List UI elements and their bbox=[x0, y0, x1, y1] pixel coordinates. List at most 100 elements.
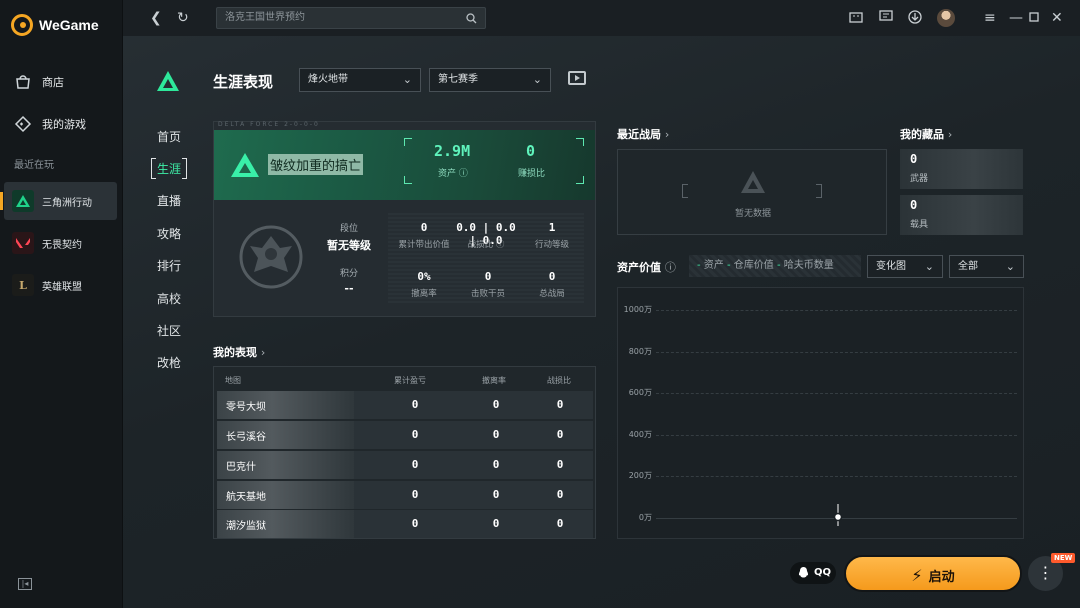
collection-label: 载具 bbox=[910, 220, 929, 230]
stat-value: 0 bbox=[420, 221, 428, 234]
stat-label[interactable]: 战损比 ⓘ bbox=[456, 238, 516, 250]
rank-value: 暂无等级 bbox=[327, 239, 371, 252]
league-of-legends-icon: L bbox=[12, 274, 34, 296]
y-tick-label: 600万 bbox=[628, 388, 652, 397]
recent-heading: 最近在玩 bbox=[14, 160, 54, 171]
gift-icon[interactable] bbox=[849, 10, 863, 27]
collapse-sidebar-icon[interactable]: |◂ bbox=[18, 578, 32, 590]
launch-label: 启动 bbox=[928, 570, 955, 585]
mode-select[interactable]: 烽火地带 ⌄ bbox=[299, 68, 421, 92]
collection-vehicles[interactable]: 0 载具 bbox=[900, 195, 1023, 235]
filter-select[interactable]: 全部 ⌄ bbox=[949, 255, 1024, 278]
extract-cell: 0 bbox=[492, 428, 500, 441]
sidebar-item-my-games[interactable]: 我的游戏 bbox=[14, 115, 86, 133]
extract-cell: 0 bbox=[492, 458, 500, 471]
refresh-icon[interactable]: ↻ bbox=[177, 10, 189, 26]
legend-item: 资产 bbox=[703, 260, 724, 271]
sidebar-game-valorant[interactable]: 无畏契约 bbox=[4, 224, 117, 262]
user-avatar[interactable] bbox=[937, 9, 955, 27]
section-nav-ranking[interactable]: 排行 bbox=[149, 250, 189, 282]
profile-card: DELTA FORCE 2-0-0-0 皱纹加重的搞亡 2.9M 资产 ⓘ 0 … bbox=[213, 121, 596, 317]
section-nav-gunsmith[interactable]: 改枪 bbox=[149, 347, 189, 379]
menu-icon[interactable]: ≡ bbox=[984, 10, 996, 26]
section-nav-community[interactable]: 社区 bbox=[149, 314, 189, 346]
column-header: 地图 bbox=[225, 376, 241, 385]
corner-bracket bbox=[576, 138, 584, 146]
corner-bracket bbox=[576, 176, 584, 184]
delta-force-logo-icon bbox=[157, 71, 179, 91]
help-icon: ⓘ bbox=[458, 169, 468, 179]
season-select[interactable]: 第七赛季 ⌄ bbox=[429, 68, 551, 92]
sidebar-item-store[interactable]: 商店 bbox=[14, 73, 64, 91]
table-row[interactable]: 潮汐监狱 0 0 0 bbox=[217, 510, 593, 538]
grid-line bbox=[656, 352, 1017, 353]
kd-value: 0 bbox=[526, 142, 536, 160]
sidebar-game-label: 英雄联盟 bbox=[42, 281, 82, 293]
kd-cell: 0 bbox=[556, 398, 564, 411]
launch-button[interactable]: ⚡ 启动 bbox=[844, 555, 1022, 592]
qq-icon bbox=[798, 562, 809, 586]
section-nav-guides[interactable]: 攻略 bbox=[149, 217, 189, 249]
qq-button[interactable]: QQ bbox=[790, 562, 836, 584]
search-placeholder: 洛克王国世界预约 bbox=[225, 12, 305, 23]
stat-value: 0% bbox=[417, 270, 431, 283]
sidebar-item-label: 商店 bbox=[42, 76, 64, 89]
section-nav-career[interactable]: 生涯 bbox=[149, 152, 189, 184]
table-row[interactable]: 长弓溪谷 0 0 0 bbox=[217, 421, 593, 449]
help-icon[interactable]: ⓘ bbox=[665, 261, 676, 274]
section-nav-live[interactable]: 直播 bbox=[149, 185, 189, 217]
table-row[interactable]: 零号大坝 0 0 0 bbox=[217, 391, 593, 419]
wegame-logo-text: WeGame bbox=[39, 17, 99, 33]
rank-emblem-icon bbox=[239, 225, 303, 289]
search-icon[interactable] bbox=[466, 11, 477, 31]
performance-table: 地图 累计盈亏 撤离率 战损比 零号大坝 0 0 0 长弓溪谷 0 0 0 巴克… bbox=[213, 366, 596, 539]
chevron-right-icon: › bbox=[664, 128, 670, 141]
help-icon: ⓘ bbox=[495, 240, 505, 250]
back-icon[interactable]: ❮ bbox=[150, 10, 162, 26]
sidebar-game-delta-force[interactable]: 三角洲行动 bbox=[0, 182, 117, 220]
video-icon[interactable] bbox=[568, 71, 586, 85]
chevron-down-icon: ⌄ bbox=[1005, 260, 1015, 273]
chevron-down-icon: ⌄ bbox=[532, 73, 542, 86]
y-tick-label: 0万 bbox=[638, 513, 652, 522]
table-row[interactable]: 航天基地 0 0 0 bbox=[217, 481, 593, 509]
sidebar-game-lol[interactable]: L 英雄联盟 bbox=[4, 266, 117, 304]
message-icon[interactable] bbox=[879, 10, 893, 27]
collection-value: 0 bbox=[910, 198, 918, 212]
y-tick-label: 1000万 bbox=[623, 305, 652, 314]
table-row[interactable]: 巴克什 0 0 0 bbox=[217, 451, 593, 479]
chevron-down-icon: ⌄ bbox=[402, 73, 412, 86]
column-header: 累计盈亏 bbox=[394, 376, 426, 385]
maximize-icon[interactable] bbox=[1029, 10, 1039, 26]
asset-chart: 1000万 800万 600万 400万 200万 0万 bbox=[617, 287, 1024, 539]
section-nav-college[interactable]: 高校 bbox=[149, 282, 189, 314]
close-icon[interactable]: ✕ bbox=[1051, 10, 1063, 26]
section-nav-home[interactable]: 首页 bbox=[149, 120, 189, 152]
collection-weapons[interactable]: 0 武器 bbox=[900, 149, 1023, 189]
assets-label[interactable]: 资产 ⓘ bbox=[438, 166, 468, 179]
download-icon[interactable] bbox=[907, 10, 923, 28]
collection-heading[interactable]: 我的藏品 › bbox=[900, 126, 952, 142]
extract-cell: 0 bbox=[492, 488, 500, 501]
column-header: 战损比 bbox=[547, 376, 571, 385]
y-tick-label: 200万 bbox=[628, 471, 652, 480]
wegame-logo[interactable]: WeGame bbox=[11, 14, 99, 36]
delta-force-icon bbox=[12, 190, 34, 212]
kd-label: 赚损比 bbox=[518, 169, 546, 179]
map-name: 航天基地 bbox=[226, 492, 266, 503]
search-input[interactable]: 洛克王国世界预约 bbox=[216, 7, 486, 29]
delta-force-badge-icon bbox=[231, 153, 259, 177]
performance-heading[interactable]: 我的表现 › bbox=[213, 344, 265, 360]
minimize-icon[interactable]: — bbox=[1009, 10, 1023, 26]
corner-bracket bbox=[404, 138, 412, 146]
mode-select-value: 烽火地带 bbox=[308, 74, 348, 85]
card-tag: DELTA FORCE 2-0-0-0 bbox=[218, 121, 320, 128]
kd-cell: 0 bbox=[556, 517, 564, 530]
recent-matches-heading[interactable]: 最近战局 › bbox=[617, 126, 669, 142]
y-tick-label: 800万 bbox=[628, 347, 652, 356]
season-select-value: 第七赛季 bbox=[438, 74, 478, 85]
view-select[interactable]: 变化图 ⌄ bbox=[867, 255, 943, 278]
section-nav: 首页 生涯 直播 攻略 排行 高校 社区 改枪 bbox=[149, 120, 189, 379]
chevron-down-icon: ⌄ bbox=[924, 260, 934, 273]
gamepad-icon bbox=[14, 115, 32, 133]
